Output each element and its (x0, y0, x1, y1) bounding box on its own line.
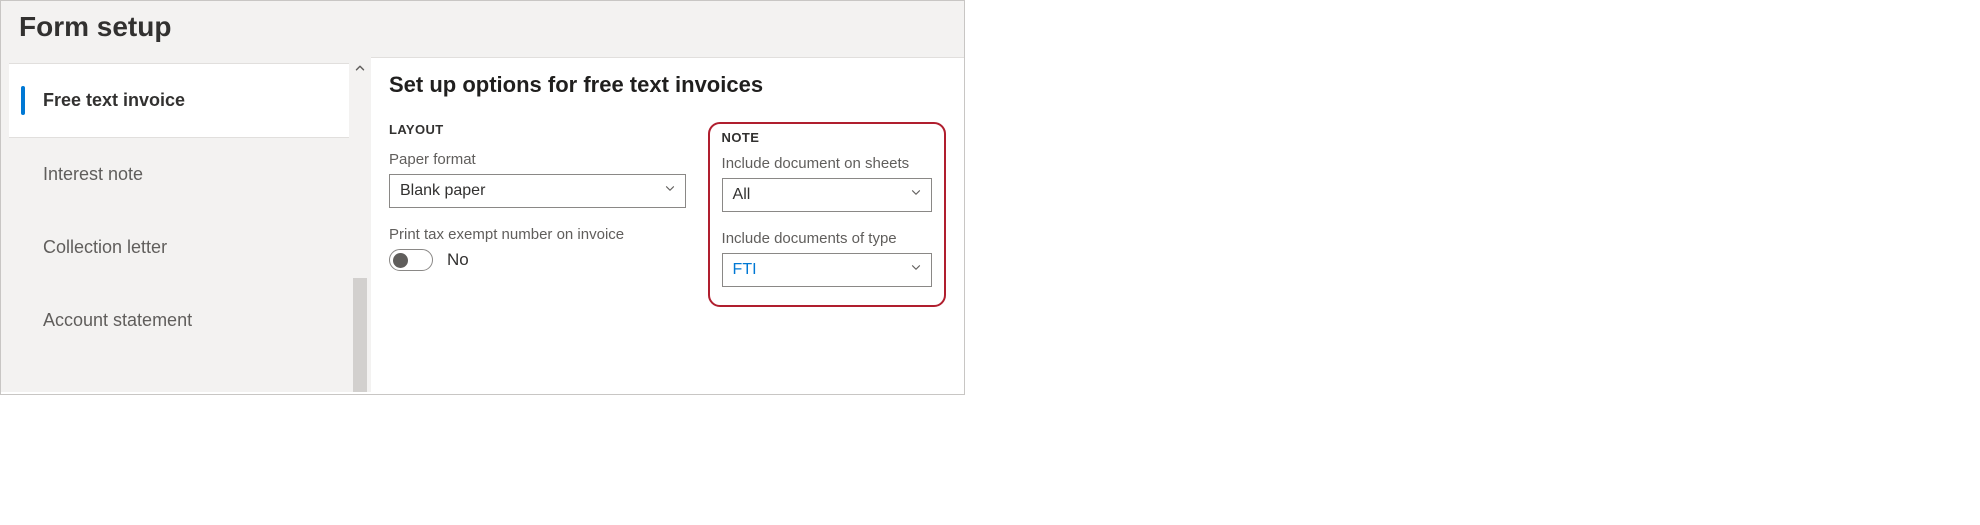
paper-format-select[interactable]: Blank paper (389, 174, 686, 208)
layout-section-header: LAYOUT (389, 122, 686, 137)
sidebar-item-label: Free text invoice (43, 90, 185, 110)
form-setup-window: Form setup Free text invoice Interest no… (0, 0, 965, 395)
toggle-knob (393, 253, 408, 268)
sidebar-item-interest-note[interactable]: Interest note (9, 138, 349, 211)
print-tax-exempt-value: No (447, 250, 469, 270)
scroll-up-icon[interactable] (353, 57, 367, 78)
sidebar-item-collection-letter[interactable]: Collection letter (9, 211, 349, 284)
chevron-down-icon (909, 186, 923, 205)
page-body: Free text invoice Interest note Collecti… (1, 57, 964, 392)
sidebar-item-label: Account statement (43, 310, 192, 330)
chevron-down-icon (663, 182, 677, 201)
include-type-select[interactable]: FTI (722, 253, 932, 287)
include-on-sheets-select[interactable]: All (722, 178, 932, 212)
print-tax-exempt-field: Print tax exempt number on invoice No (389, 226, 686, 271)
include-on-sheets-value: All (733, 186, 751, 204)
content-panel: Set up options for free text invoices LA… (371, 57, 964, 392)
note-section: NOTE Include document on sheets All Incl… (708, 122, 946, 307)
scroll-track[interactable] (353, 278, 367, 392)
content-sections: LAYOUT Paper format Blank paper Print ta… (389, 122, 946, 307)
print-tax-exempt-toggle[interactable] (389, 249, 433, 271)
sidebar-list: Free text invoice Interest note Collecti… (9, 63, 349, 357)
print-tax-exempt-toggle-row: No (389, 249, 686, 271)
include-type-field: Include documents of type FTI (722, 230, 932, 287)
sidebar-item-label: Interest note (43, 164, 143, 184)
content-title: Set up options for free text invoices (389, 72, 946, 98)
paper-format-field: Paper format Blank paper (389, 151, 686, 208)
sidebar-item-account-statement[interactable]: Account statement (9, 284, 349, 357)
page-title: Form setup (19, 11, 946, 43)
sidebar-item-free-text-invoice[interactable]: Free text invoice (9, 63, 349, 138)
sidebar-scrollbar[interactable] (349, 57, 371, 392)
include-type-label: Include documents of type (722, 230, 932, 247)
include-on-sheets-field: Include document on sheets All (722, 155, 932, 212)
layout-section: LAYOUT Paper format Blank paper Print ta… (389, 122, 686, 271)
include-on-sheets-label: Include document on sheets (722, 155, 932, 172)
sidebar-item-label: Collection letter (43, 237, 167, 257)
chevron-down-icon (909, 261, 923, 280)
paper-format-label: Paper format (389, 151, 686, 168)
include-type-value: FTI (733, 261, 757, 279)
print-tax-exempt-label: Print tax exempt number on invoice (389, 226, 686, 243)
page-header: Form setup (1, 1, 964, 57)
paper-format-value: Blank paper (400, 182, 485, 200)
sidebar: Free text invoice Interest note Collecti… (1, 57, 349, 392)
note-section-header: NOTE (722, 130, 932, 145)
